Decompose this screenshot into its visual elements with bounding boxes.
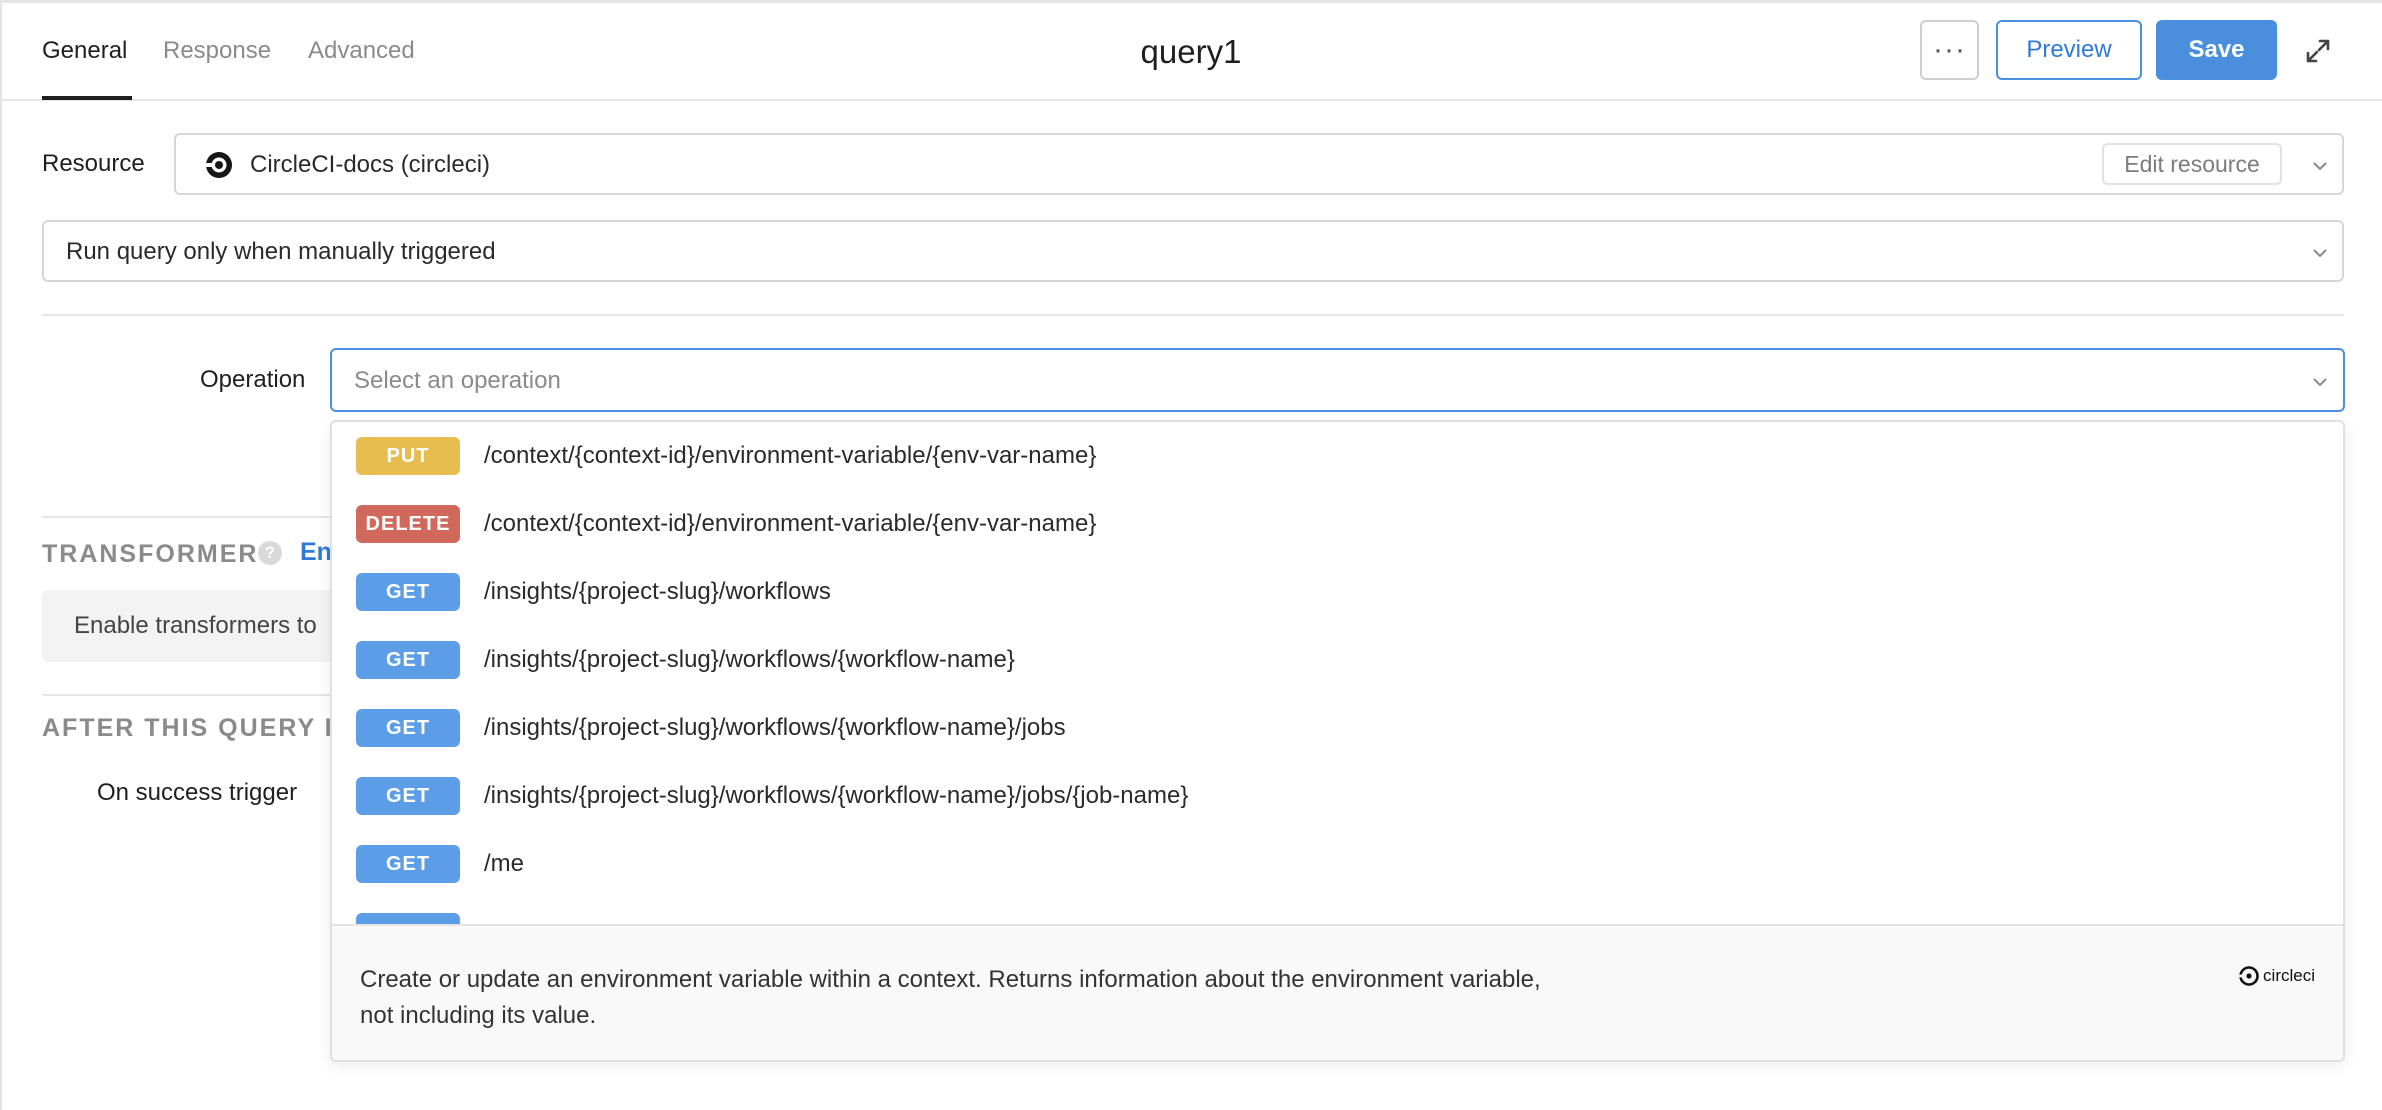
operation-dropdown: PUT /context/{context-id}/environment-va… <box>330 420 2345 1062</box>
operation-option[interactable]: GET /insights/{project-slug}/workflows/{… <box>332 694 2343 762</box>
after-query-divider <box>42 694 332 696</box>
chevron-down-icon <box>2313 249 2327 258</box>
on-success-label: On success trigger <box>97 779 298 806</box>
trigger-mode-select[interactable]: Run query only when manually triggered <box>42 220 2344 282</box>
operation-path: /insights/{project-slug}/workflows <box>484 578 831 605</box>
save-button[interactable]: Save <box>2156 20 2277 80</box>
operation-path: /insights/{project-slug}/workflows/{work… <box>484 782 1189 809</box>
method-badge-get: GET <box>356 777 460 815</box>
enable-transformer-link[interactable]: En <box>300 538 332 567</box>
query-editor-header: General Response Advanced query1 ··· Pre… <box>0 3 2382 101</box>
operation-option[interactable]: GET /me <box>332 830 2343 898</box>
operation-option[interactable]: GET /insights/{project-slug}/workflows/{… <box>332 626 2343 694</box>
method-badge-delete: DELETE <box>356 505 460 543</box>
operation-select[interactable]: Select an operation <box>330 348 2345 412</box>
resource-select[interactable]: CircleCI-docs (circleci) <box>174 133 2344 195</box>
method-badge-get <box>356 913 460 924</box>
operation-path: /me <box>484 850 525 877</box>
operation-path: /insights/{project-slug}/workflows/{work… <box>484 714 1066 741</box>
operation-option[interactable]: DELETE /context/{context-id}/environment… <box>332 490 2343 558</box>
method-badge-put: PUT <box>356 437 460 475</box>
operation-label: Operation <box>200 366 306 393</box>
transformer-info-text: Enable transformers to <box>74 612 317 639</box>
operation-path: /context/{context-id}/environment-variab… <box>484 442 1097 469</box>
operation-description: Create or update an environment variable… <box>360 966 1541 1029</box>
brand-text: circleci <box>2263 966 2315 985</box>
resource-value: CircleCI-docs (circleci) <box>250 151 491 178</box>
operation-option-partial[interactable] <box>332 898 2343 924</box>
method-badge-get: GET <box>356 845 460 883</box>
section-divider <box>42 314 2344 316</box>
edit-resource-button[interactable]: Edit resource <box>2102 143 2282 185</box>
operation-option[interactable]: PUT /context/{context-id}/environment-va… <box>332 422 2343 490</box>
left-border <box>0 0 2 1110</box>
help-icon[interactable]: ? <box>258 541 282 565</box>
chevron-down-icon <box>2313 378 2327 387</box>
operation-path: /insights/{project-slug}/workflows/{work… <box>484 646 1015 673</box>
transformer-divider <box>42 516 332 518</box>
transformer-title: TRANSFORMER <box>42 540 259 568</box>
expand-icon[interactable] <box>2304 37 2332 65</box>
more-options-button[interactable]: ··· <box>1920 20 1979 80</box>
operation-placeholder: Select an operation <box>354 367 561 394</box>
operation-path: /context/{context-id}/environment-variab… <box>484 510 1097 537</box>
active-tab-indicator <box>42 96 132 100</box>
circleci-brand: circleci <box>2239 966 2315 986</box>
preview-button[interactable]: Preview <box>1996 20 2142 80</box>
operation-option[interactable]: GET /insights/{project-slug}/workflows/{… <box>332 762 2343 830</box>
circleci-logo-icon <box>2239 966 2259 986</box>
method-badge-get: GET <box>356 573 460 611</box>
operation-option[interactable]: GET /insights/{project-slug}/workflows <box>332 558 2343 626</box>
more-icon: ··· <box>1933 33 1966 66</box>
resource-label: Resource <box>42 150 145 177</box>
chevron-down-icon <box>2313 162 2327 171</box>
operation-list[interactable]: PUT /context/{context-id}/environment-va… <box>332 422 2343 924</box>
operation-description-panel: Create or update an environment variable… <box>332 924 2343 1060</box>
method-badge-get: GET <box>356 709 460 747</box>
circleci-logo-icon <box>206 152 232 178</box>
method-badge-get: GET <box>356 641 460 679</box>
trigger-mode-value: Run query only when manually triggered <box>66 238 496 265</box>
after-query-title: AFTER THIS QUERY RU <box>42 714 365 742</box>
